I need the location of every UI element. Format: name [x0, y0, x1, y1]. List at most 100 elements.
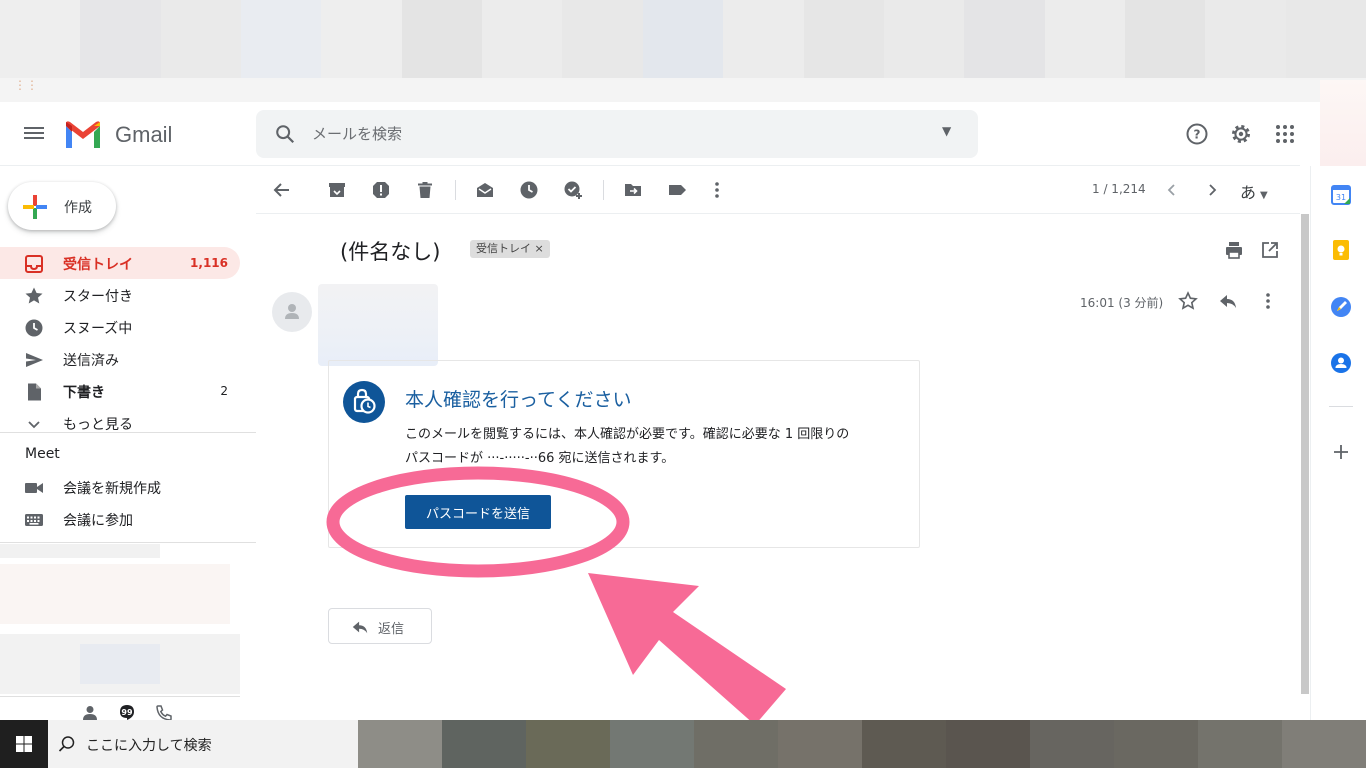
google-apps-icon[interactable]: [1273, 122, 1297, 146]
sidebar-item-snoozed[interactable]: スヌーズ中: [0, 311, 240, 343]
reply-icon: [352, 621, 368, 634]
more-options-icon[interactable]: [707, 180, 727, 200]
compose-button[interactable]: 作成: [8, 182, 116, 230]
move-to-folder-icon[interactable]: [623, 180, 643, 200]
svg-text:99: 99: [121, 708, 133, 717]
input-tools-label: あ: [1240, 183, 1257, 202]
input-tools-button[interactable]: あ ▼: [1240, 179, 1268, 203]
sidebar-divider: [0, 542, 256, 543]
older-chevron-right-icon[interactable]: [1202, 180, 1222, 200]
label-tag-icon[interactable]: [667, 180, 687, 200]
blurred-chat-list: [0, 544, 240, 694]
send-icon: [26, 353, 43, 367]
side-panel-divider: [1329, 406, 1353, 407]
sidebar-item-drafts[interactable]: 下書き 2: [0, 375, 240, 407]
lock-clock-icon: [343, 381, 385, 423]
gmail-header: Gmail ▼ ?: [0, 102, 1300, 166]
delete-trash-icon[interactable]: [415, 180, 435, 200]
sidebar-item-starred[interactable]: スター付き: [0, 279, 240, 311]
back-arrow-icon[interactable]: [272, 180, 292, 200]
google-keep-icon[interactable]: [1330, 239, 1352, 261]
scrollbar[interactable]: [1300, 214, 1310, 720]
reply-arrow-icon[interactable]: [1218, 291, 1238, 311]
report-spam-icon[interactable]: [371, 180, 391, 200]
reply-label: 返信: [378, 622, 405, 637]
message-view: 1 / 1,214 あ ▼ (件名なし) 受信トレイ × 16:01 (3 分前): [256, 166, 1310, 720]
reply-button[interactable]: 返信: [328, 608, 432, 644]
compose-plus-icon: [23, 195, 47, 219]
sidebar-item-new-meeting[interactable]: 会議を新規作成: [0, 471, 240, 503]
print-icon[interactable]: [1224, 240, 1244, 260]
sidebar-item-label: 会議に参加: [63, 513, 133, 529]
blurred-side-strip: [1320, 80, 1366, 166]
verification-title: 本人確認を行ってください: [405, 389, 632, 411]
sidebar-item-label: 下書き: [63, 385, 105, 401]
remove-label-icon[interactable]: ×: [535, 242, 544, 255]
sidebar-item-sent[interactable]: 送信済み: [0, 343, 240, 375]
google-contacts-icon[interactable]: [1330, 352, 1352, 374]
app-name: Gmail: [115, 122, 173, 147]
search-icon[interactable]: [274, 123, 296, 145]
apps-grid-icon: ⋮⋮: [14, 78, 38, 92]
newer-chevron-left-icon[interactable]: [1162, 180, 1182, 200]
svg-text:?: ?: [1194, 128, 1201, 142]
sidebar-item-join-meeting[interactable]: 会議に参加: [0, 503, 240, 535]
add-to-tasks-icon[interactable]: [563, 180, 583, 200]
sidebar-item-label: もっと見る: [63, 417, 133, 433]
sender-name-blurred: [318, 284, 438, 366]
email-subject: (件名なし): [340, 240, 441, 264]
compose-label: 作成: [64, 200, 92, 216]
search-options-icon[interactable]: ▼: [942, 124, 951, 138]
search-bar[interactable]: ▼: [256, 110, 978, 158]
google-tasks-icon[interactable]: [1330, 296, 1352, 318]
verification-text: このメールを閲覧するには、本人確認が必要です。確認に必要な 1 回限りの パスコ…: [405, 423, 905, 471]
open-in-new-window-icon[interactable]: [1260, 240, 1280, 260]
left-sidebar: 作成 受信トレイ 1,116 スター付き スヌーズ中 送信済み 下書き 2 もっ…: [0, 166, 256, 696]
sidebar-item-label: 受信トレイ: [63, 257, 133, 273]
sidebar-item-label: 会議を新規作成: [63, 481, 161, 497]
caret-down-icon: ▼: [1260, 190, 1268, 201]
mark-unread-envelope-icon[interactable]: [475, 180, 495, 200]
draft-count: 2: [220, 384, 228, 398]
unread-count: 1,116: [190, 256, 228, 270]
verification-card: 本人確認を行ってください このメールを閲覧するには、本人確認が必要です。確認に必…: [328, 360, 920, 548]
svg-text:31: 31: [1336, 193, 1346, 202]
sidebar-item-more[interactable]: もっと見る: [0, 407, 240, 439]
clock-icon: [25, 319, 43, 337]
taskbar-search-text: ここに入力して検索: [86, 738, 212, 754]
gmail-logo[interactable]: [64, 120, 102, 150]
toolbar-divider: [455, 180, 456, 200]
sidebar-item-inbox[interactable]: 受信トレイ 1,116: [0, 247, 240, 279]
snooze-clock-icon[interactable]: [519, 180, 539, 200]
menu-icon[interactable]: [24, 124, 44, 144]
windows-taskbar: ここに入力して検索: [0, 720, 1366, 768]
windows-start-button[interactable]: [0, 720, 48, 768]
message-timestamp: 16:01 (3 分前): [1080, 296, 1164, 310]
sidebar-item-label: スター付き: [63, 289, 133, 305]
settings-gear-icon[interactable]: [1229, 122, 1253, 146]
google-calendar-icon[interactable]: 31: [1330, 184, 1352, 206]
draft-file-icon: [28, 383, 41, 401]
sidebar-divider: [0, 432, 256, 433]
toolbar-divider: [603, 180, 604, 200]
label-chip-text: 受信トレイ: [476, 242, 531, 255]
chevron-down-icon: [28, 421, 40, 429]
pagination-text: 1 / 1,214: [1092, 182, 1146, 196]
default-person-icon: [285, 304, 299, 319]
get-addons-plus-icon[interactable]: [1330, 441, 1352, 463]
verification-text-line: このメールを閲覧するには、本人確認が必要です。確認に必要な 1 回限りの: [405, 427, 850, 442]
inbox-label-chip[interactable]: 受信トレイ ×: [470, 240, 550, 258]
star-outline-icon[interactable]: [1178, 291, 1198, 311]
message-more-options-icon[interactable]: [1258, 291, 1278, 311]
verification-text-line: パスコードが ···-·····-··66 宛に送信されます。: [405, 451, 675, 466]
meet-heading: Meet: [25, 446, 60, 462]
taskbar-search-box[interactable]: ここに入力して検索: [48, 720, 358, 768]
message-toolbar: 1 / 1,214 あ ▼: [256, 166, 1300, 214]
sender-avatar[interactable]: [272, 292, 312, 332]
scrollbar-thumb[interactable]: [1301, 214, 1309, 694]
search-input[interactable]: [312, 122, 912, 146]
inbox-icon: [25, 255, 43, 273]
archive-icon[interactable]: [327, 180, 347, 200]
send-passcode-button[interactable]: パスコードを送信: [405, 495, 551, 529]
help-icon[interactable]: ?: [1185, 122, 1209, 146]
